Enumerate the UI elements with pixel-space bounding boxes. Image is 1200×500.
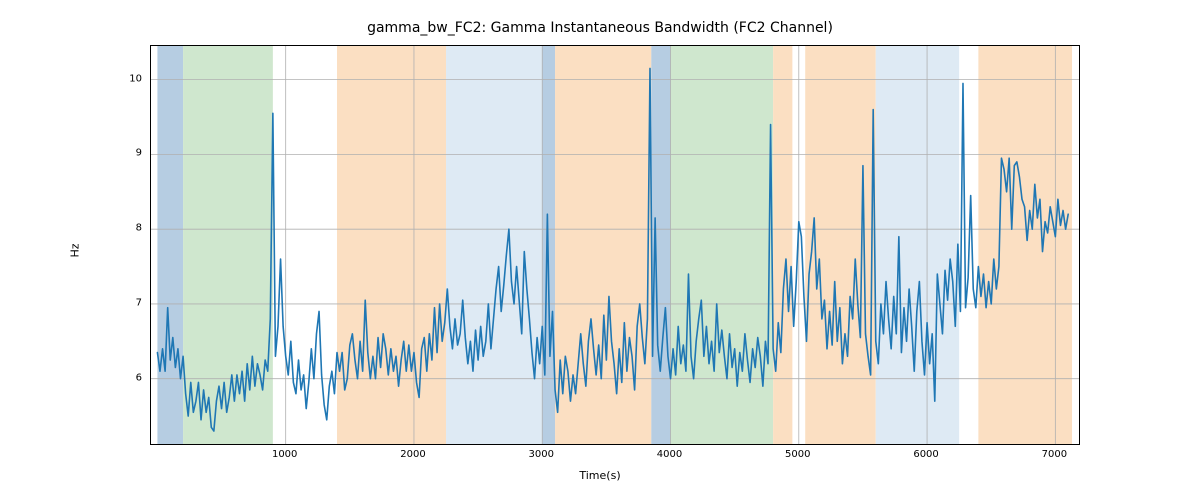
chart-title: gamma_bw_FC2: Gamma Instantaneous Bandwi… — [0, 20, 1200, 36]
plot-svg — [151, 46, 1080, 445]
x-axis-label: Time(s) — [0, 469, 1200, 482]
y-tick: 7 — [112, 297, 142, 308]
plot-area — [150, 45, 1080, 445]
x-tick: 6000 — [913, 449, 938, 460]
y-axis-label: Hz — [68, 0, 82, 500]
y-tick: 10 — [112, 73, 142, 84]
y-tick: 9 — [112, 148, 142, 159]
x-tick: 1000 — [272, 449, 297, 460]
y-tick: 6 — [112, 372, 142, 383]
x-tick: 3000 — [529, 449, 554, 460]
figure: gamma_bw_FC2: Gamma Instantaneous Bandwi… — [0, 0, 1200, 500]
x-tick: 4000 — [657, 449, 682, 460]
x-tick: 2000 — [400, 449, 425, 460]
y-tick: 8 — [112, 223, 142, 234]
x-tick: 7000 — [1042, 449, 1067, 460]
x-tick: 5000 — [785, 449, 810, 460]
